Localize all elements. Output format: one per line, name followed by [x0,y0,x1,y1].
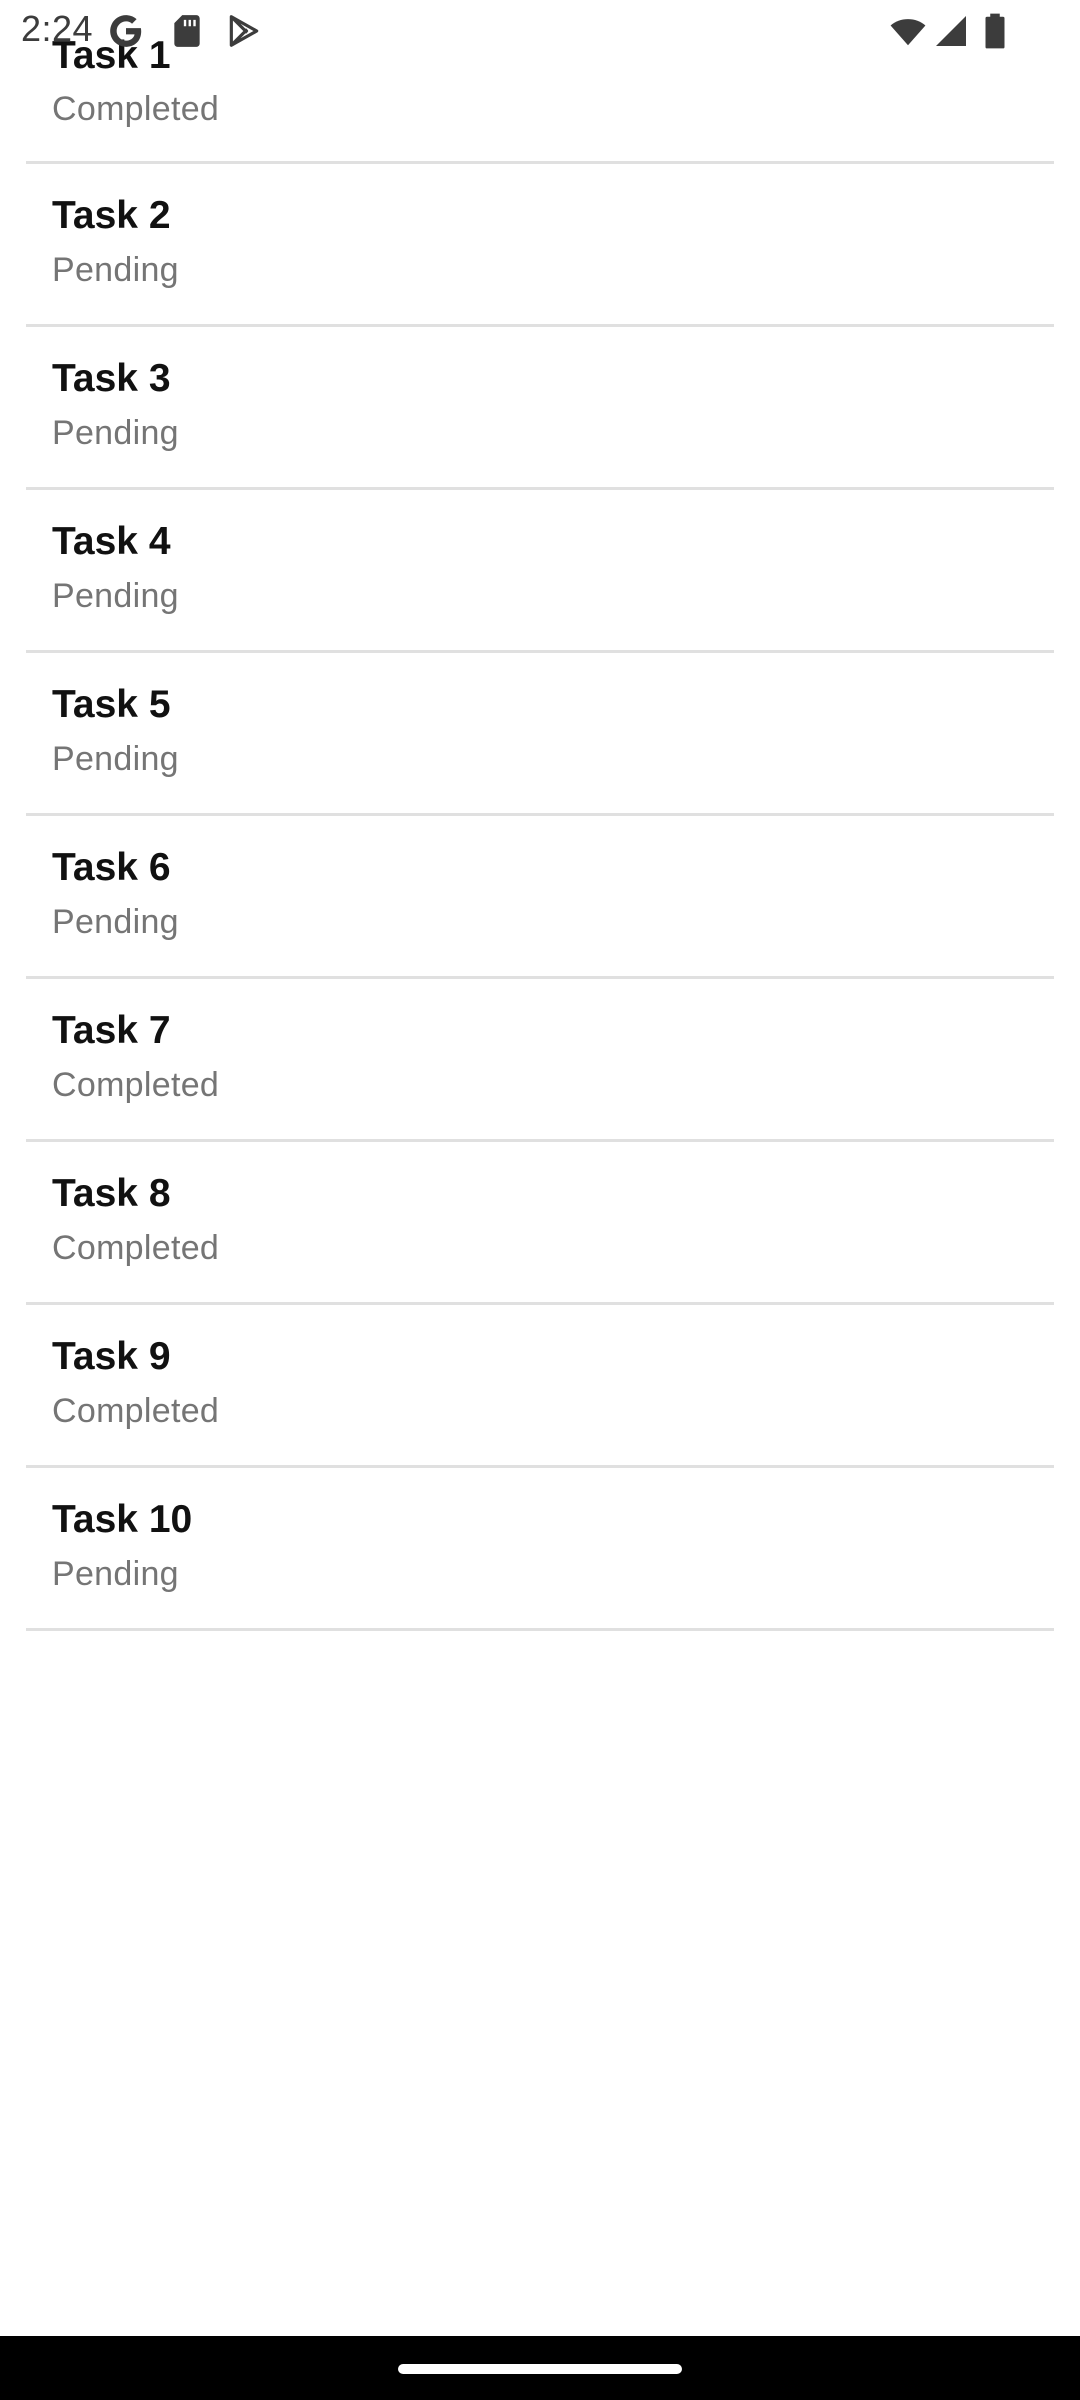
navigation-bar [0,2336,1080,2400]
status-bar: 2:24 [0,0,1080,62]
play-store-icon [229,15,259,47]
task-title: Task 9 [52,1335,171,1378]
task-title: Task 3 [52,357,171,400]
task-status: Completed [52,90,220,128]
sd-card-icon [174,15,200,47]
task-status: Pending [52,577,179,615]
task-list-item[interactable]: Task 6 Pending [26,816,1054,979]
task-status: Completed [52,1392,220,1430]
task-list-item[interactable]: Task 7 Completed [26,979,1054,1142]
battery-icon [985,13,1005,49]
task-list-item[interactable]: Task 5 Pending [26,653,1054,816]
task-title: Task 4 [52,520,171,563]
task-status: Completed [52,1229,220,1267]
task-title: Task 8 [52,1172,171,1215]
task-list-item[interactable]: Task 2 Pending [26,164,1054,327]
cell-signal-icon [936,16,966,46]
task-list-item[interactable]: Task 10 Pending [26,1468,1054,1631]
task-list[interactable]: Task 1 Completed Task 2 Pending Task 3 P… [26,24,1054,1631]
task-status: Completed [52,1066,220,1104]
home-gesture-handle[interactable] [398,2364,682,2374]
task-list-item[interactable]: Task 9 Completed [26,1305,1054,1468]
task-list-item[interactable]: Task 3 Pending [26,327,1054,490]
task-status: Pending [52,251,179,289]
task-title: Task 2 [52,194,171,237]
task-list-item[interactable]: Task 8 Completed [26,1142,1054,1305]
status-time: 2:24 [21,8,94,49]
task-title: Task 5 [52,683,171,726]
task-status: Pending [52,740,179,778]
task-status: Pending [52,1555,179,1593]
task-title: Task 10 [52,1498,193,1541]
wifi-icon [890,19,926,46]
google-icon [110,15,142,47]
task-list-item[interactable]: Task 4 Pending [26,490,1054,653]
app-screen: Task 1 Completed Task 2 Pending Task 3 P… [0,0,1080,2400]
task-title: Task 7 [52,1009,171,1052]
task-status: Pending [52,414,179,452]
task-status: Pending [52,903,179,941]
task-title: Task 6 [52,846,171,889]
